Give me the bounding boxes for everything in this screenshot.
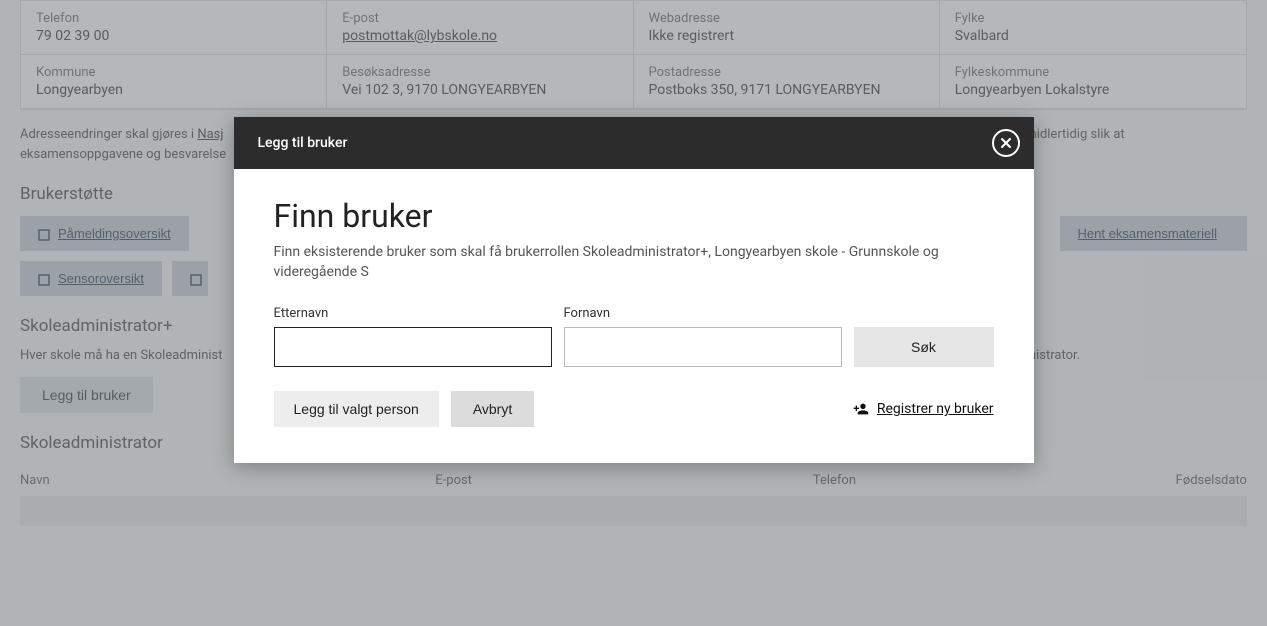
modal-overlay: Legg til bruker Finn bruker Finn eksiste…	[0, 0, 1267, 626]
add-selected-button[interactable]: Legg til valgt person	[274, 391, 439, 427]
modal-title: Finn bruker	[274, 197, 994, 235]
fornavn-input[interactable]	[564, 327, 842, 367]
register-new-user-link[interactable]: Registrer ny bruker	[853, 401, 994, 417]
add-user-modal: Legg til bruker Finn bruker Finn eksiste…	[234, 117, 1034, 463]
close-button[interactable]	[992, 129, 1020, 157]
cancel-button[interactable]: Avbryt	[451, 391, 534, 427]
modal-header-title: Legg til bruker	[258, 135, 348, 151]
search-button[interactable]: Søk	[854, 327, 994, 367]
modal-header: Legg til bruker	[234, 117, 1034, 169]
close-icon	[1000, 137, 1012, 149]
etternavn-input[interactable]	[274, 327, 552, 367]
modal-description: Finn eksisterende bruker som skal få bru…	[274, 243, 994, 282]
etternavn-label: Etternavn	[274, 306, 552, 321]
fornavn-label: Fornavn	[564, 306, 842, 321]
person-add-icon	[853, 401, 869, 417]
